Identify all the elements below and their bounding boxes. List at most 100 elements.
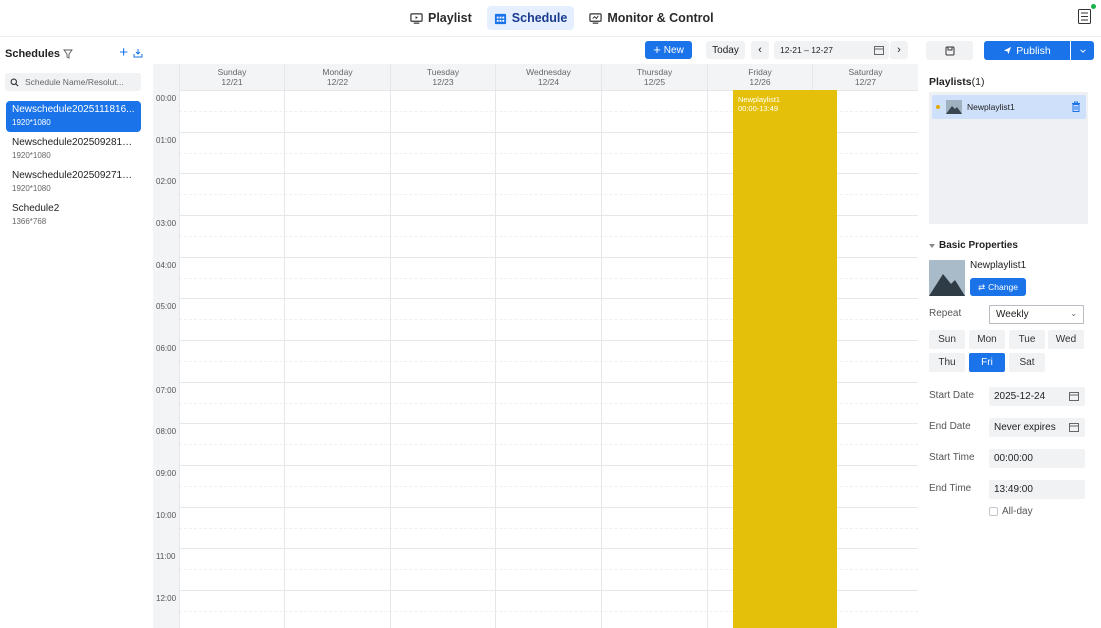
weekday-sun[interactable]: Sun bbox=[929, 330, 965, 349]
day-column-line bbox=[495, 90, 496, 628]
event-title: Newplaylist1 bbox=[738, 95, 781, 104]
top-bar: Playlist Schedule Monitor & Control bbox=[0, 0, 1101, 37]
new-schedule-button[interactable]: + New bbox=[645, 41, 692, 59]
schedule-search-input[interactable] bbox=[25, 77, 140, 87]
add-schedule-button[interactable]: + bbox=[119, 45, 128, 60]
end-date-field[interactable]: Never expires bbox=[989, 418, 1085, 437]
next-week-button[interactable]: › bbox=[890, 41, 908, 59]
basic-properties-header[interactable]: Basic Properties bbox=[929, 240, 1018, 251]
hour-label: 06:00 bbox=[156, 344, 177, 353]
checkbox-box[interactable] bbox=[989, 507, 998, 516]
day-column-line bbox=[179, 90, 180, 628]
end-time-field[interactable]: 13:49:00 bbox=[989, 480, 1085, 499]
weekday-thu[interactable]: Thu bbox=[929, 353, 965, 372]
weekday-sat[interactable]: Sat bbox=[1009, 353, 1045, 372]
publish-button[interactable]: Publish bbox=[984, 41, 1070, 60]
day-name: Thursday bbox=[636, 67, 673, 77]
main-nav: Playlist Schedule Monitor & Control bbox=[403, 6, 721, 30]
end-time-label: End Time bbox=[929, 483, 972, 494]
chevron-left-icon: ‹ bbox=[758, 44, 762, 56]
hour-label: 01:00 bbox=[156, 136, 177, 145]
schedule-name: Newschedule2025111816... bbox=[12, 104, 135, 115]
sidebar-header: Schedules + bbox=[5, 45, 145, 61]
properties-panel: Publish Playlists(1) Newplaylist1 Basic … bbox=[921, 37, 1101, 628]
schedule-search bbox=[5, 73, 141, 91]
schedule-name: Newschedule2025092712... bbox=[12, 170, 135, 181]
tab-monitor-control[interactable]: Monitor & Control bbox=[582, 6, 720, 30]
trash-icon[interactable] bbox=[1071, 101, 1081, 112]
start-date-value: 2025-12-24 bbox=[994, 391, 1046, 402]
day-column-line bbox=[284, 90, 285, 628]
time-column-header bbox=[153, 64, 179, 90]
start-date-label: Start Date bbox=[929, 390, 975, 401]
day-header-saturday: Saturday 12/27 bbox=[812, 64, 918, 90]
repeat-select[interactable]: Weekly ⌄ bbox=[989, 305, 1084, 324]
hour-label: 07:00 bbox=[156, 386, 177, 395]
start-time-field[interactable]: 00:00:00 bbox=[989, 449, 1085, 468]
calendar-icon bbox=[874, 46, 884, 55]
panel-toggle-icon[interactable] bbox=[1078, 9, 1091, 24]
allday-label: All-day bbox=[1002, 506, 1033, 517]
weekday-fri[interactable]: Fri bbox=[969, 353, 1005, 372]
hour-label: 11:00 bbox=[156, 552, 176, 561]
schedule-item[interactable]: Schedule2 1366*768 bbox=[6, 200, 141, 231]
day-date: 12/27 bbox=[854, 77, 877, 87]
weekday-tue[interactable]: Tue bbox=[1009, 330, 1045, 349]
import-icon[interactable] bbox=[133, 48, 143, 58]
hour-label: 05:00 bbox=[156, 302, 177, 311]
date-range-picker[interactable]: 12-21 – 12-27 bbox=[774, 41, 889, 59]
basic-properties-title: Basic Properties bbox=[939, 240, 1018, 251]
change-playlist-button[interactable]: ⇄ Change bbox=[970, 278, 1026, 296]
week-calendar: Sunday 12/21 Monday 12/22 Tuesday 12/23 Wed… bbox=[153, 64, 918, 628]
end-date-value: Never expires bbox=[994, 422, 1056, 433]
day-name: Saturday bbox=[848, 67, 883, 77]
day-header-tuesday: Tuesday 12/23 bbox=[390, 64, 495, 90]
hour-label: 03:00 bbox=[156, 219, 177, 228]
schedules-sidebar: Schedules + Newschedule2025111816... 192… bbox=[0, 37, 152, 628]
start-date-field[interactable]: 2025-12-24 bbox=[989, 387, 1085, 406]
day-date: 12/26 bbox=[749, 77, 771, 87]
tab-monitor-label: Monitor & Control bbox=[607, 11, 714, 25]
schedule-item[interactable]: Newschedule2025111816... 1920*1080 bbox=[6, 101, 141, 132]
tab-schedule[interactable]: Schedule bbox=[486, 6, 575, 30]
hour-label: 12:00 bbox=[156, 594, 177, 603]
event-time: 00:00-13:49 bbox=[738, 104, 779, 113]
tab-playlist[interactable]: Playlist bbox=[403, 6, 479, 30]
day-name: Sunday bbox=[217, 67, 247, 77]
chevron-down-icon bbox=[1079, 48, 1086, 53]
save-button[interactable] bbox=[926, 41, 973, 60]
sidebar-title: Schedules bbox=[5, 48, 61, 60]
day-header-friday: Friday 12/26 bbox=[707, 64, 812, 90]
selected-playlist-name: Newplaylist1 bbox=[970, 260, 1027, 271]
end-date-label: End Date bbox=[929, 421, 971, 432]
tab-playlist-label: Playlist bbox=[428, 11, 472, 25]
schedule-item[interactable]: Newschedule2025092814... 1920*1080 bbox=[6, 134, 141, 165]
day-date: 12/25 bbox=[643, 77, 666, 87]
day-name: Monday bbox=[322, 67, 353, 77]
end-time-value: 13:49:00 bbox=[994, 484, 1033, 495]
change-label: Change bbox=[988, 282, 1018, 292]
schedule-item[interactable]: Newschedule2025092712... 1920*1080 bbox=[6, 167, 141, 198]
allday-checkbox[interactable]: All-day bbox=[989, 506, 1033, 517]
playlist-item-name: Newplaylist1 bbox=[967, 102, 1015, 112]
weekday-mon[interactable]: Mon bbox=[969, 330, 1005, 349]
calendar-grid-icon bbox=[494, 13, 506, 24]
day-header-thursday: Thursday 12/25 bbox=[601, 64, 707, 90]
calendar-grid[interactable]: Newplaylist1 00:00-13:49 bbox=[179, 90, 918, 628]
playlist-item[interactable]: Newplaylist1 bbox=[932, 95, 1086, 119]
day-header-sunday: Sunday 12/21 bbox=[179, 64, 284, 90]
schedule-event[interactable]: Newplaylist1 00:00-13:49 bbox=[733, 90, 837, 628]
weekday-wed[interactable]: Wed bbox=[1048, 330, 1084, 349]
day-date: 12/21 bbox=[221, 77, 243, 87]
new-button-label: New bbox=[663, 44, 684, 56]
today-button[interactable]: Today bbox=[706, 41, 745, 59]
filter-icon[interactable] bbox=[63, 49, 73, 59]
schedule-resolution: 1920*1080 bbox=[12, 184, 51, 193]
publish-dropdown-button[interactable] bbox=[1071, 41, 1094, 60]
prev-week-button[interactable]: ‹ bbox=[751, 41, 769, 59]
day-name: Friday bbox=[748, 67, 772, 77]
hour-label: 09:00 bbox=[156, 469, 177, 478]
time-column: 00:00 01:00 02:00 03:00 04:00 05:00 06:0… bbox=[153, 90, 179, 628]
playlists-title: Playlists(1) bbox=[929, 76, 984, 88]
send-icon bbox=[1004, 46, 1012, 55]
